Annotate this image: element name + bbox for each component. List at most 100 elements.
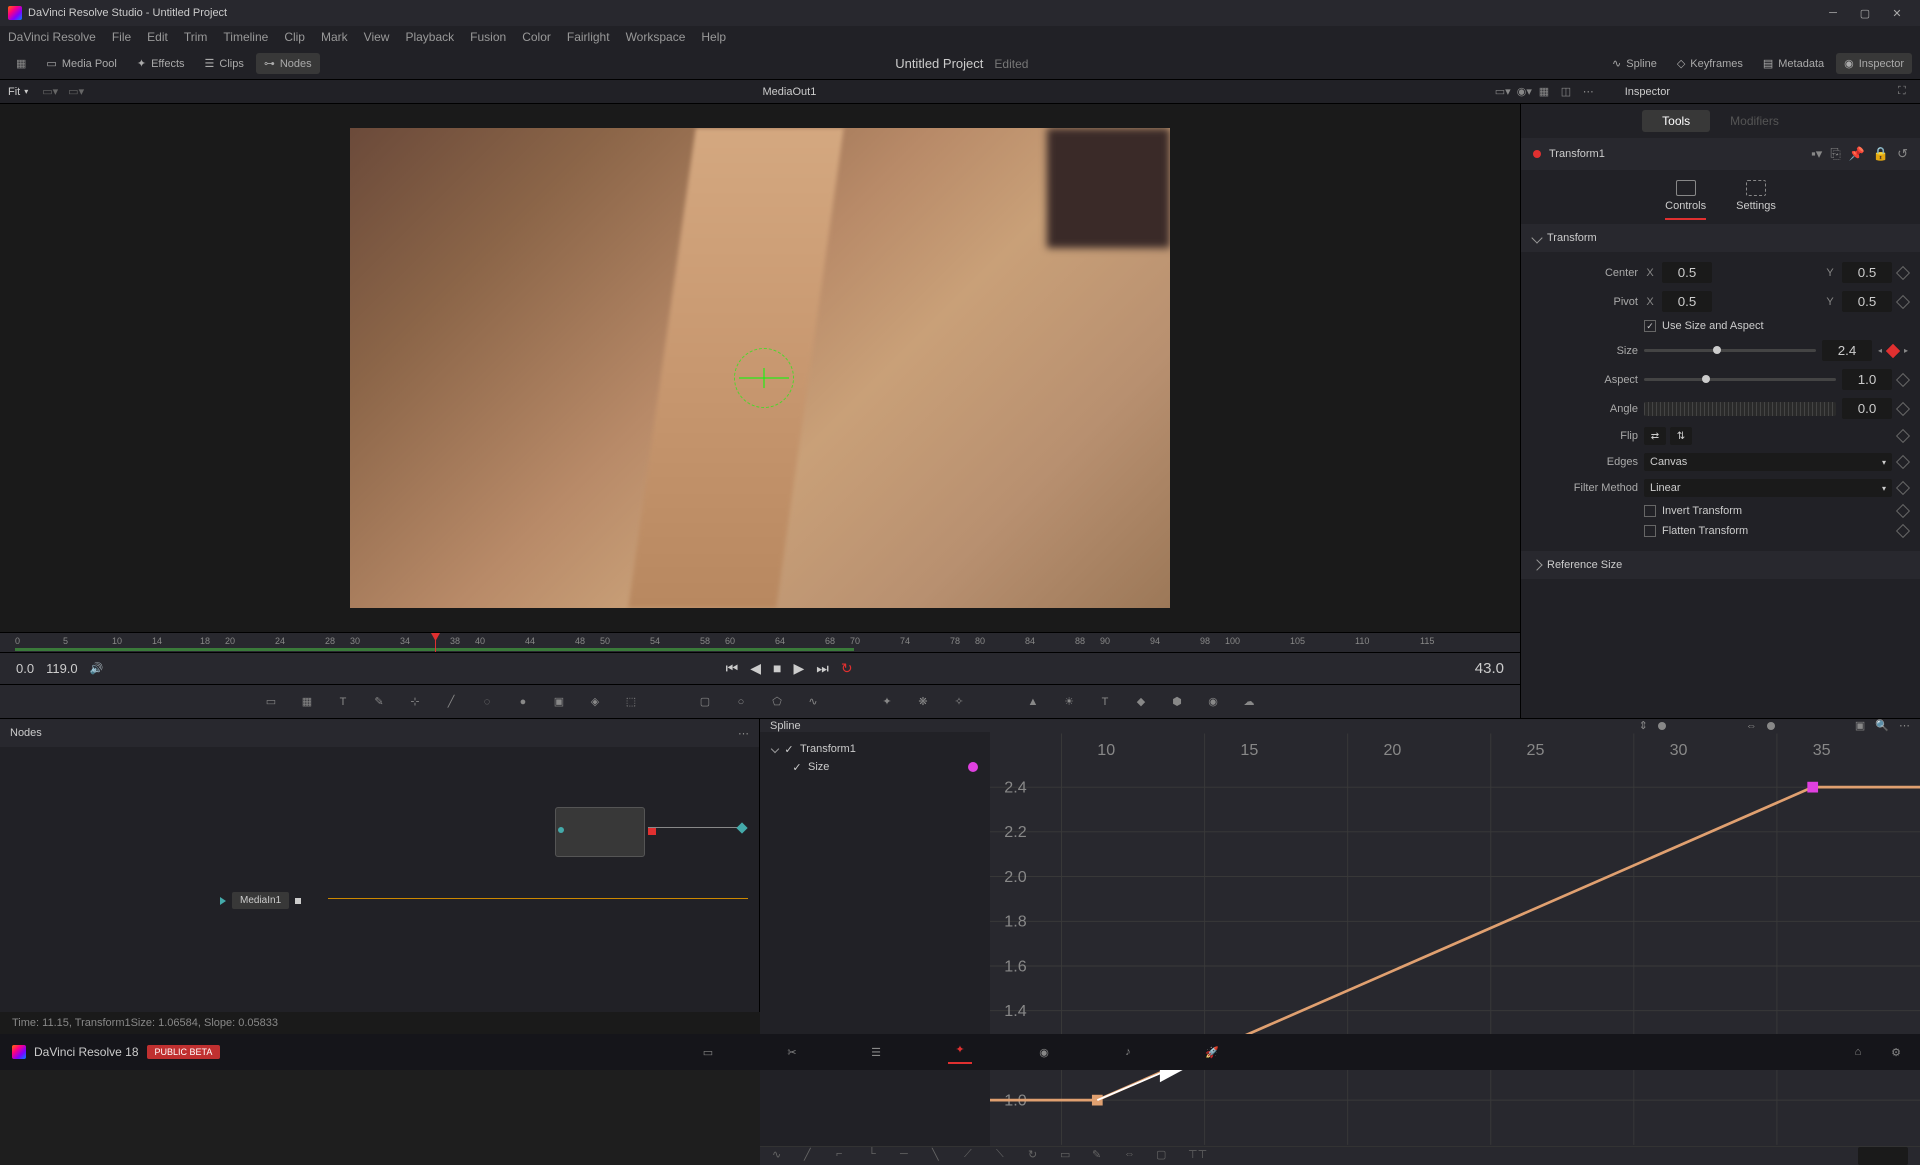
angle-input[interactable] xyxy=(1842,398,1892,419)
fusion-page-icon[interactable]: ✦ xyxy=(948,1040,972,1064)
keyframes-button[interactable]: ◇Keyframes xyxy=(1669,53,1751,74)
polygon-mask-icon[interactable]: ⬠ xyxy=(768,693,786,711)
3d-text-icon[interactable]: T xyxy=(1096,693,1114,711)
more-icon[interactable]: ⋯ xyxy=(1899,719,1910,732)
keyframe-diamond[interactable] xyxy=(1896,455,1910,469)
edit-page-icon[interactable]: ☰ xyxy=(864,1040,888,1064)
color-icon[interactable]: ◉▾ xyxy=(1517,85,1531,99)
zoom-icon[interactable]: 🔍 xyxy=(1875,719,1889,732)
bspline-mask-icon[interactable]: ∿ xyxy=(804,693,822,711)
use-size-checkbox[interactable] xyxy=(1644,320,1656,332)
last-frame-button[interactable]: ⏭ xyxy=(816,660,829,677)
blur-tool-icon[interactable]: ◌ xyxy=(478,693,496,711)
keyframe-diamond[interactable] xyxy=(1896,481,1910,495)
tools-icon[interactable]: ⊤⊤ xyxy=(1188,1148,1204,1164)
tree-size[interactable]: ✓ Size xyxy=(768,758,982,776)
step-out-icon[interactable]: └ xyxy=(868,1148,884,1164)
minimize-button[interactable]: ─ xyxy=(1818,3,1848,23)
keyframe-diamond[interactable] xyxy=(1896,294,1910,308)
media-pool-button[interactable]: ▭Media Pool xyxy=(38,53,124,74)
fit-dropdown[interactable]: Fit xyxy=(8,86,20,98)
close-button[interactable]: ✕ xyxy=(1882,3,1912,23)
nodes-button[interactable]: ⊶Nodes xyxy=(256,53,320,74)
effects-button[interactable]: ✦Effects xyxy=(129,53,193,74)
spline-button[interactable]: ∿Spline xyxy=(1604,53,1665,74)
keyframe-diamond[interactable] xyxy=(1896,524,1910,538)
zoom-h-icon[interactable]: ⇔ xyxy=(1746,720,1757,732)
tracker-tool-icon[interactable]: ⊹ xyxy=(406,693,424,711)
audio-icon[interactable]: 🔊 xyxy=(90,662,104,675)
menu-item[interactable]: View xyxy=(364,30,390,44)
node-lock-icon[interactable]: 🔒 xyxy=(1873,146,1889,162)
maximize-button[interactable]: ▢ xyxy=(1850,3,1880,23)
menu-item[interactable]: Clip xyxy=(284,30,305,44)
split-icon[interactable]: ◫ xyxy=(1561,85,1575,99)
grid-icon[interactable]: ▦ xyxy=(1539,85,1553,99)
fairlight-page-icon[interactable]: ♪ xyxy=(1116,1040,1140,1064)
play-button[interactable]: ▶ xyxy=(793,660,804,677)
flatten-checkbox[interactable] xyxy=(1644,525,1656,537)
flip-v-button[interactable]: ⇅ xyxy=(1670,427,1692,445)
aspect-slider[interactable] xyxy=(1644,378,1836,381)
node-enable-icon[interactable]: ▪▾ xyxy=(1811,146,1822,162)
ease-icon[interactable]: ⟋ xyxy=(964,1148,980,1164)
time-input[interactable] xyxy=(1858,1147,1908,1165)
keyframe-diamond[interactable] xyxy=(1896,265,1910,279)
tab-tools[interactable]: Tools xyxy=(1642,110,1710,132)
reference-section-header[interactable]: Reference Size xyxy=(1521,551,1920,579)
menu-item[interactable]: File xyxy=(112,30,131,44)
select-icon[interactable]: ▭ xyxy=(1060,1148,1076,1164)
menu-item[interactable]: Help xyxy=(701,30,726,44)
transform-tool-icon[interactable]: ◈ xyxy=(586,693,604,711)
menu-item[interactable]: Mark xyxy=(321,30,348,44)
first-frame-button[interactable]: ⏮ xyxy=(726,660,739,677)
3d-shape-icon[interactable]: ◆ xyxy=(1132,693,1150,711)
node-name[interactable]: Transform1 xyxy=(1549,148,1605,160)
media-page-icon[interactable]: ▭ xyxy=(696,1040,720,1064)
loop-button[interactable]: ↻ xyxy=(841,660,853,677)
scale-icon[interactable]: ▢ xyxy=(1156,1148,1172,1164)
size-slider[interactable] xyxy=(1644,349,1816,352)
3d-fog-icon[interactable]: ☁ xyxy=(1240,693,1258,711)
fit-icon[interactable]: ▣ xyxy=(1855,719,1865,732)
tab-modifiers[interactable]: Modifiers xyxy=(1710,110,1799,132)
ellipse-mask-icon[interactable]: ○ xyxy=(732,693,750,711)
transform-section-header[interactable]: Transform xyxy=(1521,224,1920,252)
linear-icon[interactable]: ╱ xyxy=(804,1148,820,1164)
tree-transform1[interactable]: ✓ Transform1 xyxy=(768,740,982,758)
keyframe-diamond[interactable] xyxy=(1896,401,1910,415)
menu-item[interactable]: Timeline xyxy=(223,30,268,44)
angle-dial[interactable] xyxy=(1644,402,1836,416)
viewer-opt-icon[interactable]: ▭▾ xyxy=(1495,85,1509,99)
spline-graph[interactable]: 10 15 20 25 30 35 2.4 2.2 2.0 1.8 1.6 1.… xyxy=(990,732,1920,1146)
3d-merge-icon[interactable]: ⬢ xyxy=(1168,693,1186,711)
menu-item[interactable]: Fairlight xyxy=(567,30,610,44)
flat-icon[interactable]: ─ xyxy=(900,1148,916,1164)
menu-item[interactable]: Edit xyxy=(147,30,168,44)
keyframe-diamond[interactable] xyxy=(1896,429,1910,443)
menu-item[interactable]: Fusion xyxy=(470,30,506,44)
pivot-x-input[interactable] xyxy=(1662,291,1712,312)
transform-center-marker[interactable] xyxy=(744,358,784,398)
clips-button[interactable]: ☰Clips xyxy=(197,53,252,74)
menu-item[interactable]: DaVinci Resolve xyxy=(8,30,96,44)
inspector-button[interactable]: ◉Inspector xyxy=(1836,53,1912,74)
size-input[interactable] xyxy=(1822,340,1872,361)
metadata-button[interactable]: ▤Metadata xyxy=(1755,53,1832,74)
node-transform1[interactable] xyxy=(555,807,645,857)
current-frame[interactable]: 43.0 xyxy=(1475,660,1504,677)
smooth-icon[interactable]: ∿ xyxy=(772,1148,788,1164)
3d-camera-icon[interactable]: ▲ xyxy=(1024,693,1042,711)
keyframe-diamond[interactable] xyxy=(1896,504,1910,518)
mask-tool-icon[interactable]: ╱ xyxy=(442,693,460,711)
merge-tool-icon[interactable]: ▣ xyxy=(550,693,568,711)
deliver-page-icon[interactable]: 🚀 xyxy=(1200,1040,1224,1064)
keyframe-diamond-active[interactable] xyxy=(1886,343,1900,357)
3d-light-icon[interactable]: ☀ xyxy=(1060,693,1078,711)
keyframe-diamond[interactable] xyxy=(1896,372,1910,386)
reverse-icon[interactable]: ╲ xyxy=(932,1148,948,1164)
toggle-button[interactable]: ▦ xyxy=(8,53,34,74)
particles2-icon[interactable]: ❋ xyxy=(914,693,932,711)
pivot-y-input[interactable] xyxy=(1842,291,1892,312)
settings-tab[interactable]: Settings xyxy=(1736,180,1776,220)
